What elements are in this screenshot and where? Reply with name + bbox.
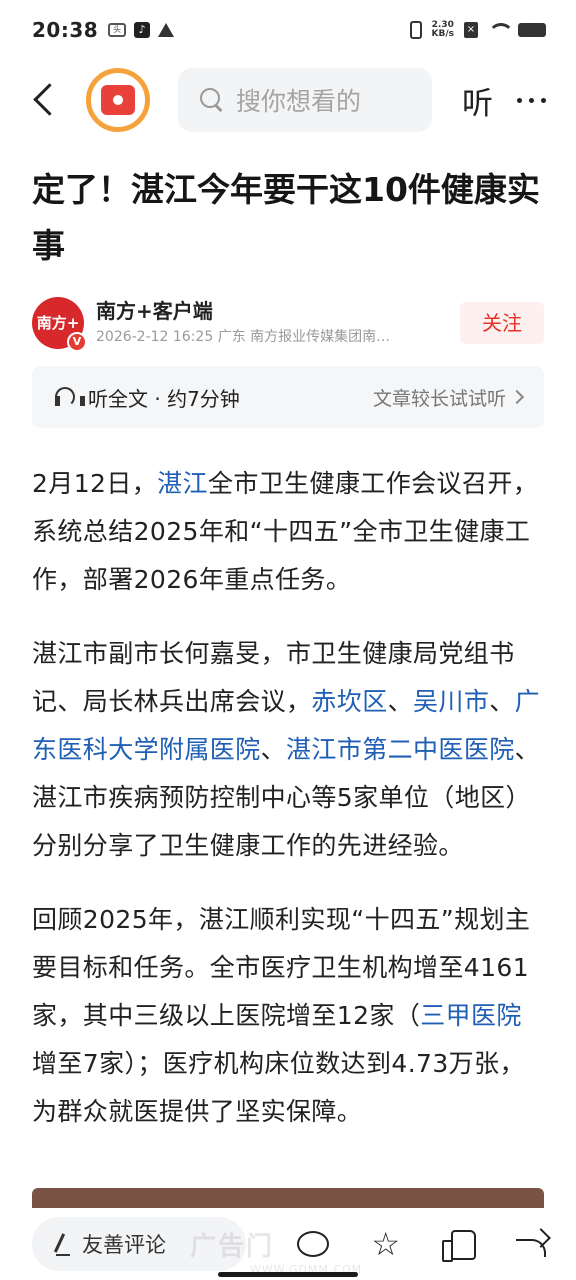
watermark: 广告门 WWW.GDMM.COM xyxy=(190,1226,430,1276)
chevron-right-icon xyxy=(509,389,525,405)
headphone-icon xyxy=(54,387,85,407)
search-input[interactable]: 搜你想看的 xyxy=(178,68,432,132)
status-system-icons: 2.30 KB/s × xyxy=(409,21,546,39)
like-icon[interactable] xyxy=(442,1230,476,1262)
toutiao-icon: 头 xyxy=(108,23,127,37)
home-indicator[interactable] xyxy=(218,1272,358,1277)
pen-icon xyxy=(52,1233,70,1256)
net-speed: 2.30 KB/s xyxy=(432,21,454,39)
more-dot-icon xyxy=(529,97,534,103)
article-image[interactable] xyxy=(32,1188,544,1208)
listen-hint: 文章较长试试听 xyxy=(372,387,506,410)
top-nav: 搜你想看的 听 xyxy=(0,62,576,138)
paragraph-text: 增至7家）；医疗机构床位数达到4.73万张，为群众就医提供了坚实保障。 xyxy=(32,1049,525,1126)
follow-button[interactable]: 关注 xyxy=(460,302,544,344)
battery-icon xyxy=(518,23,546,37)
wifi-icon xyxy=(488,23,514,37)
sim-icon: × xyxy=(464,22,478,38)
tiktok-icon: ♪ xyxy=(134,22,151,38)
search-placeholder: 搜你想看的 xyxy=(236,87,362,116)
article-paragraph: 湛江市副市长何嘉旻，市卫生健康局党组书记、局长林兵出席会议，赤坎区、吴川市、广东… xyxy=(32,630,546,870)
article-entity-link[interactable]: 湛江 xyxy=(157,469,208,498)
author-name[interactable]: 南方+客户端 xyxy=(96,297,460,325)
avatar-logo-text: 南方+ xyxy=(36,314,80,332)
author-meta: 2026-2-12 16:25 广东 南方报业传媒集团南… xyxy=(96,329,391,345)
app-logo-icon xyxy=(101,85,135,115)
article-entity-link[interactable]: 赤坎区 xyxy=(311,687,387,716)
listen-button[interactable]: 听 xyxy=(462,78,493,123)
article-paragraph: 2月12日，湛江全市卫生健康工作会议召开，系统总结2025年和“十四五”全市卫生… xyxy=(32,460,546,604)
watermark-main: 广告门 xyxy=(190,1232,275,1262)
search-icon xyxy=(200,88,224,112)
article-entity-link[interactable]: 湛江市第二中医医院 xyxy=(286,735,515,764)
listen-full-text-label: 听全文 · 约7分钟 xyxy=(88,386,240,411)
verified-badge: V xyxy=(67,332,87,352)
status-time: 20:38 xyxy=(32,18,99,42)
app-logo-button[interactable] xyxy=(86,68,150,132)
listen-full-text-bar[interactable]: 听全文 · 约7分钟 文章较长试试听 xyxy=(32,366,544,428)
warning-icon xyxy=(158,23,175,37)
paragraph-text: 、 xyxy=(489,687,515,716)
article-title: 定了！湛江今年要干这10件健康实事 xyxy=(32,170,540,265)
status-bar: 20:38 头 ♪ 2.30 KB/s × xyxy=(0,0,576,60)
paragraph-text: 、 xyxy=(387,687,414,716)
article-entity-link[interactable]: 三甲医院 xyxy=(420,1001,522,1030)
more-options-button[interactable] xyxy=(517,97,548,103)
paragraph-text: 、 xyxy=(260,735,287,764)
article-paragraph: 回顾2025年，湛江顺利实现“十四五”规划主要目标和任务。全市医疗卫生机构增至4… xyxy=(32,896,546,1136)
vibrate-icon xyxy=(409,21,422,39)
author-info: 南方+客户端 2026-2-12 16:25 广东 南方报业传媒集团南… xyxy=(96,297,460,349)
back-button[interactable] xyxy=(28,82,64,118)
author-avatar[interactable]: 南方+ V xyxy=(32,297,87,352)
more-dot-icon xyxy=(541,97,546,103)
more-dot-icon xyxy=(517,97,522,103)
paragraph-text: 2月12日， xyxy=(32,469,158,498)
status-notification-icons: 头 ♪ xyxy=(108,22,175,38)
author-row: 南方+ V 南方+客户端 2026-2-12 16:25 广东 南方报业传媒集团… xyxy=(32,292,544,354)
net-speed-unit: KB/s xyxy=(431,29,454,39)
article-entity-link[interactable]: 吴川市 xyxy=(413,687,489,716)
comment-placeholder: 友善评论 xyxy=(82,1233,166,1257)
article-body: 2月12日，湛江全市卫生健康工作会议召开，系统总结2025年和“十四五”全市卫生… xyxy=(32,460,546,1162)
share-icon[interactable] xyxy=(514,1231,548,1257)
